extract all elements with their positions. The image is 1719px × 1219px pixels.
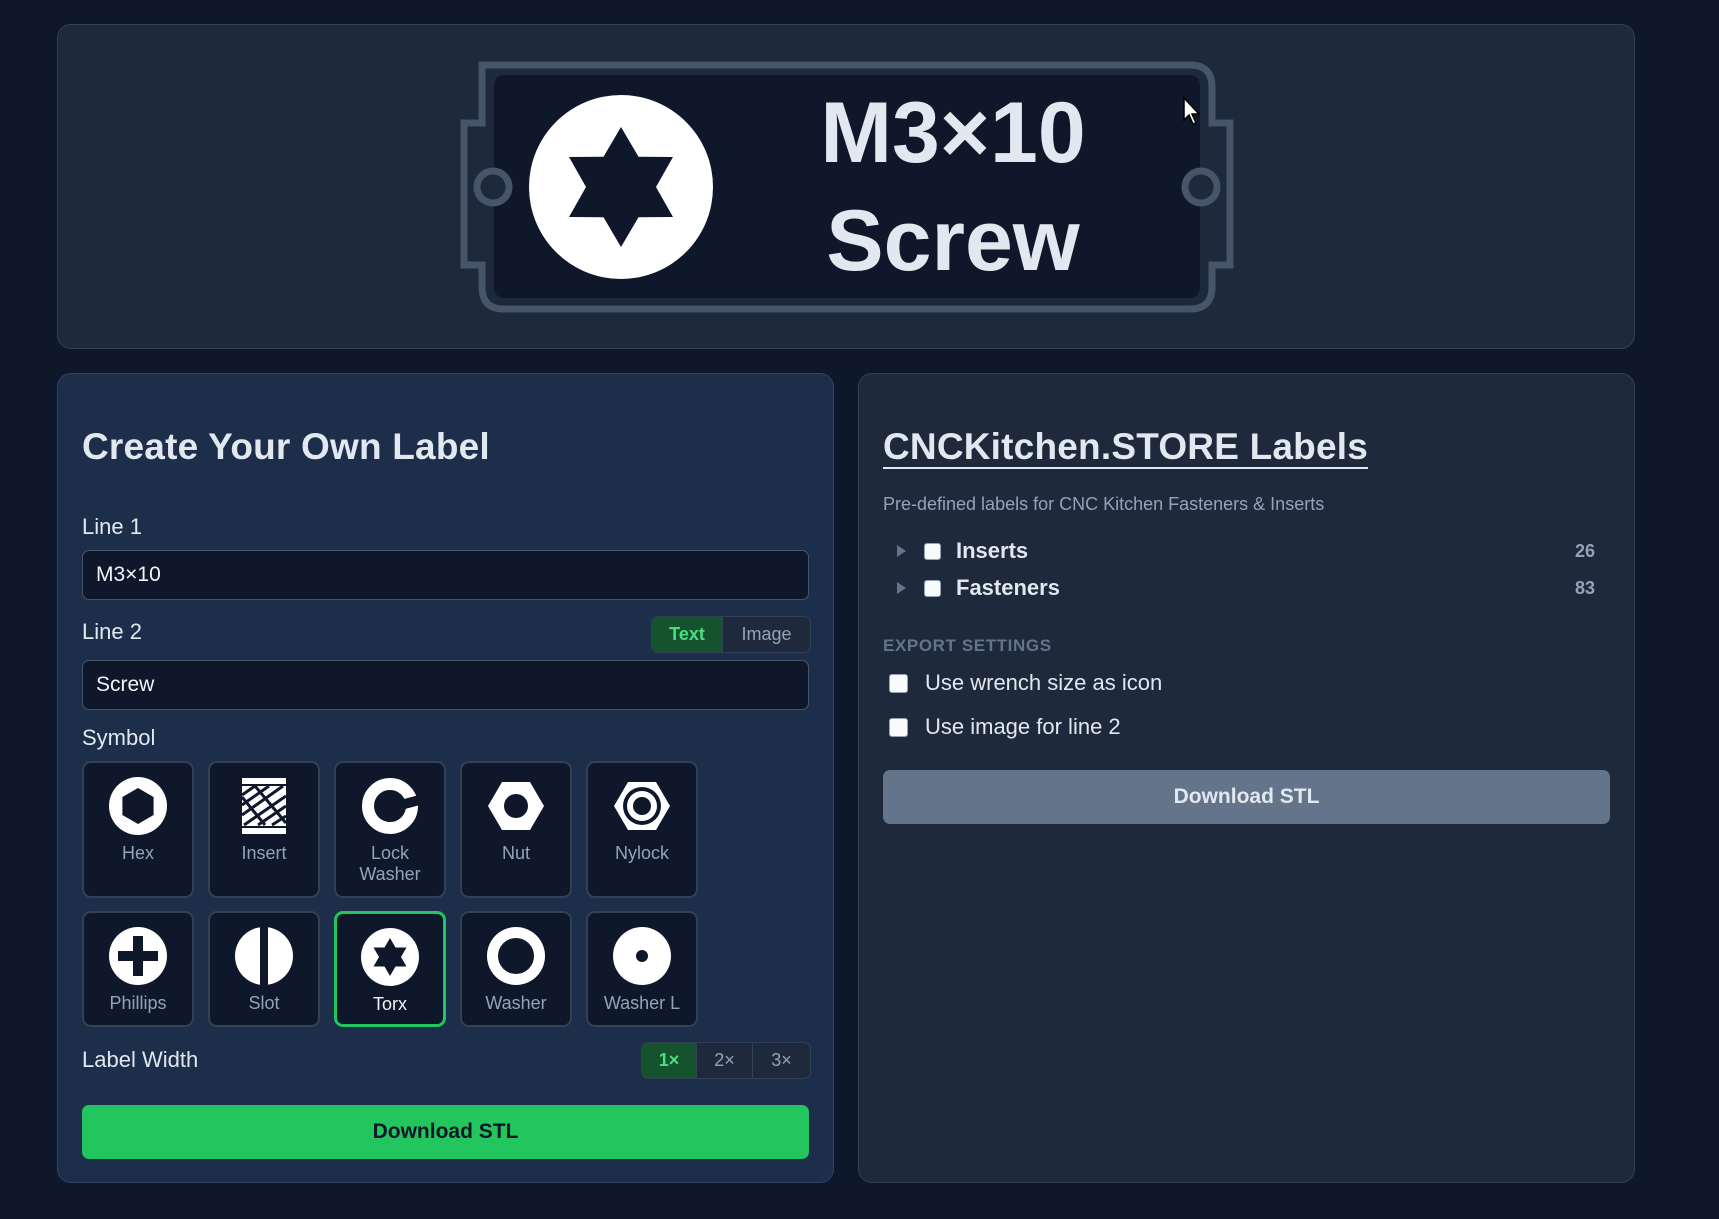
symbol-slot-button[interactable]: Slot [208,911,320,1027]
store-title-link[interactable]: CNCKitchen.STORE Labels [883,426,1368,468]
washer-icon [487,927,545,985]
slot-icon [235,927,293,985]
category-count: 26 [1574,540,1595,561]
torx-icon [361,928,419,986]
option-image-line2[interactable]: Use image for line 2 [889,714,1121,740]
symbol-label-hex: Hex [121,843,154,863]
lock-washer-icon [362,778,419,834]
fasteners-checkbox[interactable] [924,579,941,597]
option-label: Use image for line 2 [925,714,1121,739]
insert-icon [240,778,288,834]
option-wrench-size[interactable]: Use wrench size as icon [889,670,1162,696]
category-row-inserts[interactable]: Inserts 26 [897,536,1597,566]
download-stl-button[interactable]: Download STL [82,1105,809,1159]
line2-mode-text[interactable]: Text [652,617,722,652]
hex-icon [109,777,167,835]
symbol-insert-button[interactable]: Insert [208,761,320,898]
category-label: Inserts [956,538,1029,563]
phillips-icon [109,927,167,985]
line2-mode-toggle: Text Image [651,616,811,653]
label-width-toggle: 1× 2× 3× [641,1042,811,1079]
symbol-torx-button[interactable]: Torx [334,911,446,1027]
wrench-size-checkbox[interactable] [889,673,908,693]
washer-l-icon [613,927,671,985]
image-line2-checkbox[interactable] [889,717,908,737]
symbol-washer-l-button[interactable]: Washer L [586,911,698,1027]
symbol-label-washer: Washer [485,993,547,1013]
expand-triangle-icon[interactable] [897,545,906,557]
symbol-label-lock-washer: Lock Washer [359,843,421,884]
symbol-label: Symbol [82,725,156,750]
label-width-label: Label Width [82,1047,199,1072]
label-preview-panel: M3×10 Screw [57,24,1635,349]
preview-torx-icon [529,95,713,279]
store-subtitle: Pre-defined labels for CNC Kitchen Faste… [883,494,1325,514]
mount-hole-left [473,167,513,207]
symbol-hex-button[interactable]: Hex [82,761,194,898]
symbol-label-insert: Insert [241,843,287,863]
symbol-lock-washer-button[interactable]: Lock Washer [334,761,446,898]
expand-triangle-icon[interactable] [897,582,906,594]
symbol-washer-button[interactable]: Washer [460,911,572,1027]
create-label-panel: Create Your Own Label Line 1 Line 2 Text… [57,373,834,1183]
category-count: 83 [1574,577,1595,598]
line2-label: Line 2 [82,619,142,644]
preview-line2: Screw [826,193,1080,289]
create-title: Create Your Own Label [82,426,490,467]
symbol-label-washer-l: Washer L [603,993,681,1013]
store-labels-panel: CNCKitchen.STORE Labels Pre-defined labe… [858,373,1635,1183]
width-2x-option[interactable]: 2× [696,1043,752,1078]
symbol-nut-button[interactable]: Nut [460,761,572,898]
line1-input[interactable] [82,550,809,600]
line1-label: Line 1 [82,514,142,539]
line2-input[interactable] [82,660,809,710]
symbol-phillips-button[interactable]: Phillips [82,911,194,1027]
mount-hole-right [1181,167,1221,207]
option-label: Use wrench size as icon [925,670,1163,695]
symbol-label-nylock: Nylock [614,843,669,863]
label-preview: M3×10 Screw [460,61,1234,313]
mouse-cursor-icon [1183,96,1201,125]
nylock-icon [614,782,670,830]
download-store-stl-button[interactable]: Download STL [883,770,1610,824]
preview-line1: M3×10 [820,85,1085,181]
symbol-label-nut: Nut [501,843,530,863]
export-settings-heading: EXPORT SETTINGS [883,636,1052,655]
symbol-label-slot: Slot [248,993,280,1013]
category-row-fasteners[interactable]: Fasteners 83 [897,573,1597,603]
symbol-label-torx: Torx [372,994,407,1014]
width-3x-option[interactable]: 3× [752,1043,810,1078]
nut-icon [488,782,544,830]
symbol-label-phillips: Phillips [109,993,167,1013]
inserts-checkbox[interactable] [924,542,941,560]
width-1x-option[interactable]: 1× [642,1043,696,1078]
symbol-nylock-button[interactable]: Nylock [586,761,698,898]
category-label: Fasteners [956,575,1060,600]
line2-mode-image[interactable]: Image [722,617,810,652]
